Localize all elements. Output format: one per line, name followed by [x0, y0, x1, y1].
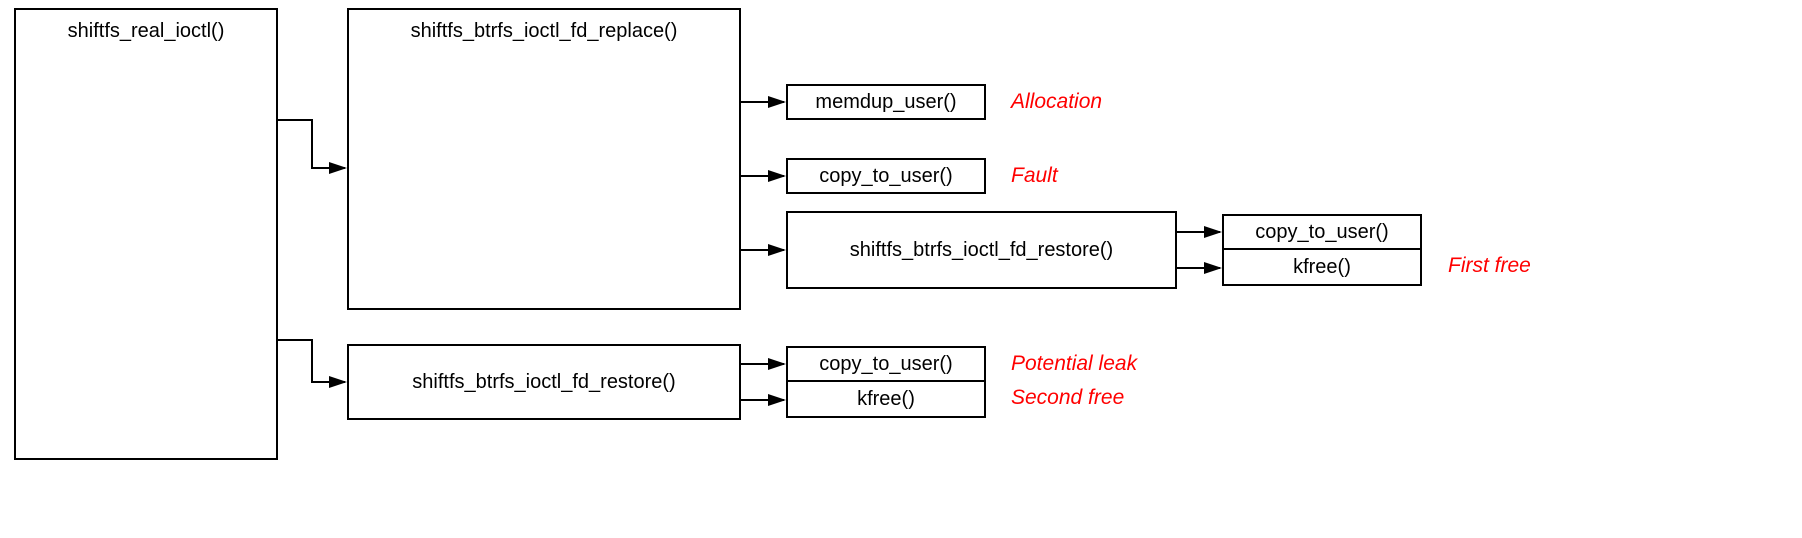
node-label: shiftfs_btrfs_ioctl_fd_restore(): [850, 239, 1113, 262]
node-label: copy_to_user(): [819, 165, 952, 188]
node-shiftfs-real-ioctl: shiftfs_real_ioctl(): [14, 8, 278, 460]
annotation-allocation: Allocation: [1011, 90, 1102, 114]
node-copy-to-user-fault: copy_to_user(): [786, 158, 986, 194]
node-label: copy_to_user(): [1255, 221, 1388, 244]
node-label: kfree(): [1293, 256, 1351, 279]
node-label: shiftfs_btrfs_ioctl_fd_restore(): [412, 371, 675, 394]
node-copy-kfree-inner: copy_to_user() kfree(): [1222, 214, 1422, 286]
annotation-potential-leak: Potential leak: [1011, 352, 1137, 376]
node-copy-kfree-outer: copy_to_user() kfree(): [786, 346, 986, 418]
node-memdup-user: memdup_user(): [786, 84, 986, 120]
annotation-first-free: First free: [1448, 254, 1531, 278]
node-label: shiftfs_real_ioctl(): [68, 20, 225, 43]
node-shiftfs-btrfs-ioctl-fd-restore-outer: shiftfs_btrfs_ioctl_fd_restore(): [347, 344, 741, 420]
annotation-second-free: Second free: [1011, 386, 1124, 410]
node-shiftfs-btrfs-ioctl-fd-restore-inner: shiftfs_btrfs_ioctl_fd_restore(): [786, 211, 1177, 289]
node-shiftfs-btrfs-ioctl-fd-replace: shiftfs_btrfs_ioctl_fd_replace(): [347, 8, 741, 310]
annotation-fault: Fault: [1011, 164, 1058, 188]
node-label: kfree(): [857, 388, 915, 411]
node-label: shiftfs_btrfs_ioctl_fd_replace(): [411, 20, 678, 43]
node-label: copy_to_user(): [819, 353, 952, 376]
node-label: memdup_user(): [815, 91, 956, 114]
